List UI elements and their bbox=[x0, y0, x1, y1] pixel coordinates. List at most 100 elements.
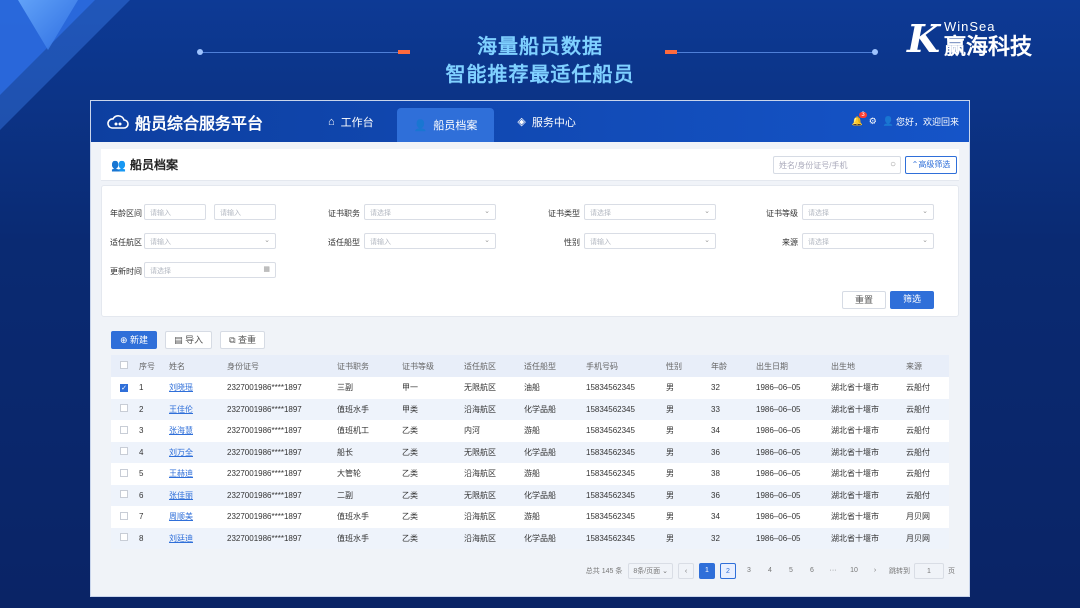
cell-age: 36 bbox=[711, 490, 720, 500]
row-checkbox[interactable] bbox=[111, 404, 139, 414]
cell-level: 乙类 bbox=[402, 490, 418, 500]
tab-crew-archive[interactable]: 👤 船员档案 bbox=[396, 108, 495, 142]
table-row[interactable]: 5 王赫迪 2327001986****1897 大管轮 乙类 沿海航区 游船 1583456… bbox=[111, 463, 949, 485]
cell-no: 8 bbox=[139, 533, 144, 543]
search-input[interactable]: 姓名/身份证号/手机 ○ bbox=[773, 156, 901, 174]
crew-name-link[interactable]: 王佳伦 bbox=[169, 404, 227, 415]
crew-name-link[interactable]: 周顺美 bbox=[169, 511, 227, 522]
cell-birth: 1986–06–05 bbox=[756, 469, 801, 479]
user-icon[interactable]: 👤 bbox=[883, 116, 894, 127]
table-row[interactable]: 7 周顺美 2327001986****1897 值班水手 乙类 沿海航区 游船 158345… bbox=[111, 506, 949, 528]
reset-button[interactable]: 重置 bbox=[842, 291, 886, 309]
page-size-select[interactable]: 8条/页面 ⌄ bbox=[628, 563, 673, 579]
brand-mark: K bbox=[906, 16, 940, 61]
table-row[interactable]: 2 王佳伦 2327001986****1897 值班水手 甲类 沿海航区 化学品船 1583… bbox=[111, 398, 949, 420]
crew-name-link[interactable]: 刘晓瑶 bbox=[169, 382, 227, 393]
age-max-input[interactable]: 请输入 bbox=[214, 204, 276, 220]
cert-duty-label: 证书职务 bbox=[328, 209, 360, 218]
page-button[interactable]: 5 bbox=[783, 563, 799, 579]
tab-label: 工作台 bbox=[340, 116, 374, 129]
row-checkbox[interactable] bbox=[111, 447, 139, 457]
cell-sex: 男 bbox=[666, 426, 674, 436]
select-all-checkbox[interactable] bbox=[111, 361, 139, 371]
table-row[interactable]: 4 刘万全 2327001986****1897 船长 乙类 无限航区 化学品船 158345… bbox=[111, 441, 949, 463]
greeting-text[interactable]: 您好，欢迎回来 bbox=[896, 115, 959, 128]
tab-service-center[interactable]: ◈ 服务中心 bbox=[500, 101, 592, 142]
cell-no: 5 bbox=[139, 469, 144, 479]
cell-no: 3 bbox=[139, 426, 144, 436]
age-label: 年龄区间 bbox=[110, 209, 142, 218]
cert-type-select[interactable]: 请选择 ⌄ bbox=[584, 204, 716, 220]
cell-src: 云船付 bbox=[906, 490, 930, 500]
table-row[interactable]: ✓ 1 刘晓瑶 2327001986****1897 三副 甲一 无限航区 油船 1583456… bbox=[111, 377, 949, 399]
app-logo[interactable]: 船员综合服务平台 bbox=[91, 110, 311, 134]
cell-no: 2 bbox=[139, 404, 144, 414]
age-min-input[interactable]: 请输入 bbox=[144, 204, 206, 220]
row-checkbox[interactable] bbox=[111, 468, 139, 479]
advanced-filter-button[interactable]: ⌃高级筛选 bbox=[905, 156, 957, 174]
crew-name-link[interactable]: 王赫迪 bbox=[169, 468, 227, 479]
cell-level: 乙类 bbox=[402, 447, 418, 457]
column-header: 出生日期 bbox=[756, 361, 788, 371]
chevron-down-icon: ⌄ bbox=[922, 237, 928, 244]
row-checkbox[interactable] bbox=[111, 490, 139, 500]
cell-area: 无限航区 bbox=[464, 447, 496, 457]
table-row[interactable]: 3 张海慧 2327001986****1897 值班机工 乙类 内河 游船 15834562… bbox=[111, 420, 949, 442]
toolbar: ⊕ 新建 ▤ 导入 ⧉ 查重 bbox=[111, 331, 273, 349]
table-row[interactable]: 8 刘廷迪 2327001986****1897 值班水手 乙类 沿海航区 化学品船 1583… bbox=[111, 527, 949, 549]
cert-duty-select[interactable]: 请选择 ⌄ bbox=[364, 204, 496, 220]
cell-src: 月贝网 bbox=[906, 533, 930, 543]
page-button[interactable]: 3 bbox=[741, 563, 757, 579]
gender-select[interactable]: 请输入 ⌄ bbox=[584, 233, 716, 249]
cell-age: 38 bbox=[711, 469, 720, 479]
page-button[interactable]: 2 bbox=[720, 563, 736, 579]
cell-src: 云船付 bbox=[906, 426, 930, 436]
crew-name-link[interactable]: 张海慧 bbox=[169, 425, 227, 436]
gender-label: 性别 bbox=[564, 238, 580, 247]
pagination: 总共 145 条 8条/页面 ⌄ ‹ 1 2 3 4 5 6 ··· 10 › 跳转到 1 页 bbox=[586, 563, 955, 579]
row-checkbox[interactable]: ✓ bbox=[111, 383, 139, 393]
cell-ship: 游船 bbox=[524, 426, 540, 436]
update-time-picker[interactable]: 请选择 ▦ bbox=[144, 262, 276, 278]
source-select[interactable]: 请选择 ⌄ bbox=[802, 233, 934, 249]
crew-name-link[interactable]: 刘万全 bbox=[169, 447, 227, 458]
chevron-down-icon: ⌄ bbox=[484, 208, 490, 215]
table-row[interactable]: 6 张佳丽 2327001986****1897 二副 乙类 无限航区 化学品船 158345… bbox=[111, 484, 949, 506]
cell-birth: 1986–06–05 bbox=[756, 426, 801, 436]
ship-type-select[interactable]: 请输入 ⌄ bbox=[364, 233, 496, 249]
prev-page-button[interactable]: ‹ bbox=[678, 563, 694, 579]
row-checkbox[interactable] bbox=[111, 425, 139, 436]
cell-birth: 1986–06–05 bbox=[756, 533, 801, 543]
import-button[interactable]: ▤ 导入 bbox=[165, 331, 213, 349]
cell-sex: 男 bbox=[666, 469, 674, 479]
next-page-button[interactable]: › bbox=[867, 563, 883, 579]
cell-duty: 三副 bbox=[337, 383, 353, 393]
row-checkbox[interactable] bbox=[111, 533, 139, 543]
cert-level-select[interactable]: 请选择 ⌄ bbox=[802, 204, 934, 220]
goto-page-input[interactable]: 1 bbox=[914, 563, 944, 579]
tab-workbench[interactable]: ⌂ 工作台 bbox=[311, 101, 391, 142]
cell-phone: 15834562345 bbox=[586, 512, 635, 522]
cell-no: 6 bbox=[139, 490, 144, 500]
page-ellipsis[interactable]: ··· bbox=[825, 563, 841, 579]
page-button[interactable]: 6 bbox=[804, 563, 820, 579]
page-button[interactable]: 1 bbox=[699, 563, 715, 579]
cell-birth: 1986–06–05 bbox=[756, 490, 801, 500]
dedupe-button[interactable]: ⧉ 查重 bbox=[220, 331, 266, 349]
filter-apply-button[interactable]: 筛选 bbox=[890, 291, 934, 309]
page-button[interactable]: 4 bbox=[762, 563, 778, 579]
row-checkbox[interactable] bbox=[111, 511, 139, 522]
column-header: 姓名 bbox=[169, 361, 185, 371]
page-button[interactable]: 10 bbox=[846, 563, 862, 579]
cell-sex: 男 bbox=[666, 533, 674, 543]
cell-area: 沿海航区 bbox=[464, 533, 496, 543]
gear-icon[interactable]: ⚙ bbox=[869, 116, 877, 127]
crew-name-link[interactable]: 刘廷迪 bbox=[169, 533, 227, 544]
crew-name-link[interactable]: 张佳丽 bbox=[169, 490, 227, 501]
new-button[interactable]: ⊕ 新建 bbox=[111, 331, 158, 349]
bell-icon[interactable]: 🔔 3 bbox=[851, 112, 867, 127]
cell-age: 34 bbox=[711, 512, 720, 522]
cell-id: 2327001986****1897 bbox=[227, 512, 302, 522]
cell-age: 36 bbox=[711, 447, 720, 457]
nav-area-select[interactable]: 请输入 ⌄ bbox=[144, 233, 276, 249]
